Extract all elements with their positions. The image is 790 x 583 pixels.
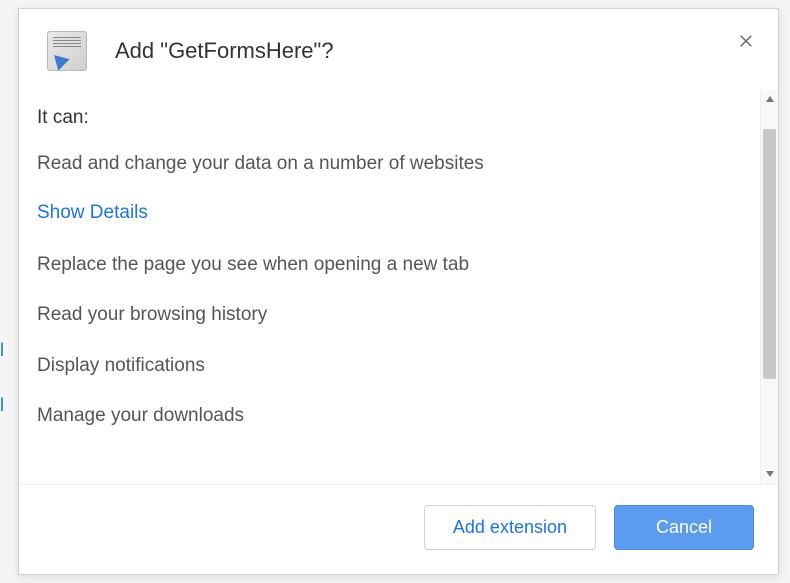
permission-item: Display notifications bbox=[37, 353, 732, 380]
close-icon bbox=[737, 32, 755, 50]
dialog-body: It can: Read and change your data on a n… bbox=[19, 89, 760, 484]
scrollbar[interactable] bbox=[760, 89, 778, 484]
scrollbar-down-arrow[interactable] bbox=[761, 464, 778, 484]
show-details-link[interactable]: Show Details bbox=[37, 202, 148, 224]
add-extension-button[interactable]: Add extension bbox=[424, 505, 596, 550]
background-fragment: l bbox=[0, 340, 4, 361]
background-fragment: l bbox=[0, 395, 4, 416]
chevron-up-icon bbox=[765, 94, 775, 104]
chevron-down-icon bbox=[765, 469, 775, 479]
cancel-button[interactable]: Cancel bbox=[614, 505, 754, 550]
extension-install-dialog: Add "GetFormsHere"? It can: Read and cha… bbox=[18, 8, 779, 575]
permission-item: Read and change your data on a number of… bbox=[37, 151, 732, 178]
scrollbar-thumb[interactable] bbox=[763, 129, 776, 379]
extension-icon bbox=[47, 31, 87, 71]
dialog-title: Add "GetFormsHere"? bbox=[115, 38, 334, 64]
permission-item: Replace the page you see when opening a … bbox=[37, 252, 732, 279]
dialog-header: Add "GetFormsHere"? bbox=[19, 9, 778, 89]
close-button[interactable] bbox=[732, 27, 760, 55]
dialog-body-wrapper: It can: Read and change your data on a n… bbox=[19, 89, 778, 484]
permissions-intro: It can: bbox=[37, 107, 732, 129]
permission-item: Read your browsing history bbox=[37, 302, 732, 329]
scrollbar-up-arrow[interactable] bbox=[761, 89, 778, 109]
permission-item: Manage your downloads bbox=[37, 403, 732, 430]
dialog-footer: Add extension Cancel bbox=[19, 484, 778, 574]
